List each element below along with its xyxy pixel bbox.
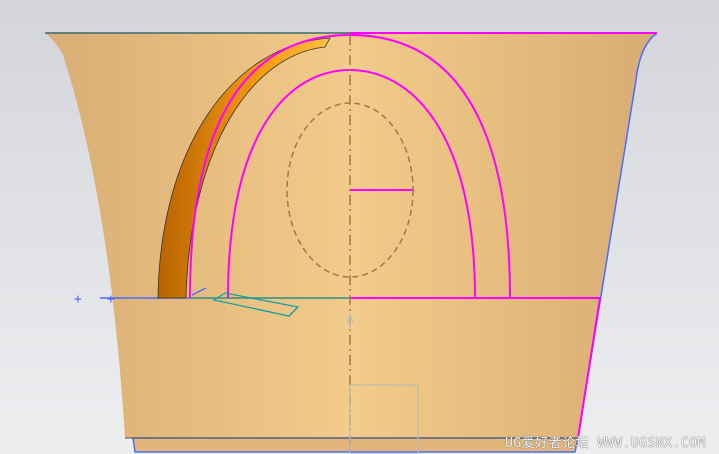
cad-viewport[interactable]: + + — [0, 0, 719, 454]
watermark: UG爱好者论坛 WWW.UGSNX.COM — [505, 436, 706, 451]
cup-body[interactable] — [45, 32, 658, 453]
svg-text:+: + — [74, 292, 82, 307]
svg-text:+: + — [107, 292, 115, 307]
